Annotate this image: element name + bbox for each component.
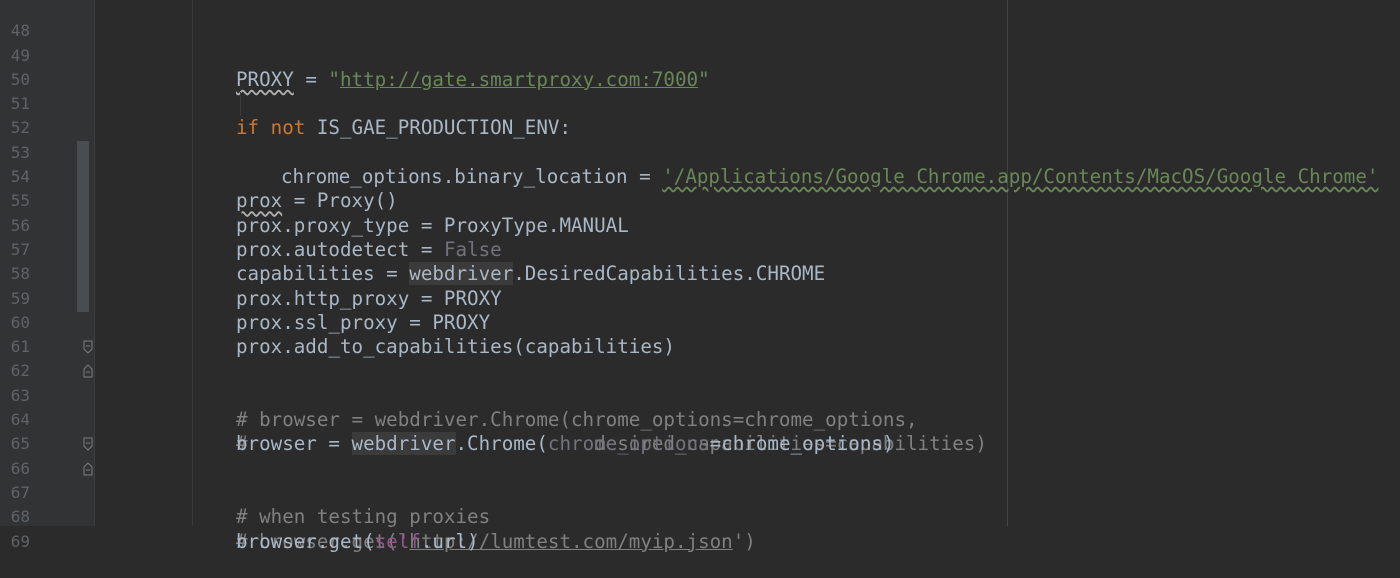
code-line-52: 52 chrome_options.binary_location = '/Ap… bbox=[0, 92, 1400, 188]
code-line-64: 64 browser = webdriver.Chrome(chrome_opt… bbox=[0, 384, 1400, 456]
code-editor[interactable]: 48 49 PROXY = "http://gate.smartproxy.co… bbox=[0, 0, 1400, 553]
code-lines: 48 49 PROXY = "http://gate.smartproxy.co… bbox=[0, 0, 1400, 553]
code-text[interactable]: browser.get(self.url) bbox=[236, 530, 479, 554]
code-line-55: 55 prox.proxy_type = ProxyType.MANUAL bbox=[0, 165, 1400, 236]
code-line-67: 67 # browser.get('http://lumtest.com/myi… bbox=[0, 457, 1400, 553]
code-line-49: 49 PROXY = "http://gate.smartproxy.com:7… bbox=[0, 19, 1400, 91]
fold-start-icon[interactable] bbox=[83, 437, 93, 452]
code-line-66: 66 # when testing proxies bbox=[0, 432, 1400, 528]
code-line-68: 68 browser.get(self.url) bbox=[0, 481, 1400, 552]
line-number: 69 bbox=[10, 531, 30, 551]
code-line-63: 63 # desired_capabilities=capabilities) bbox=[0, 359, 1400, 455]
code-line-60: 60 prox.add_to_capabilities(capabilities… bbox=[0, 287, 1400, 358]
code-line-51: 51 if not IS_GAE_PRODUCTION_ENV: bbox=[0, 68, 1400, 139]
code-line-53: 53 bbox=[0, 116, 1400, 162]
code-line-54: 54 prox = Proxy() bbox=[0, 141, 1400, 212]
fold-start-icon[interactable] bbox=[83, 340, 93, 354]
fold-end-icon[interactable] bbox=[83, 461, 93, 476]
code-line-50: 50 bbox=[0, 44, 1400, 89]
code-line-62: 62 # browser = webdriver.Chrome(chrome_o… bbox=[0, 335, 1400, 431]
code-line-65: 65 bbox=[0, 408, 1400, 453]
indent-guide bbox=[240, 92, 241, 117]
code-line-61: 61 bbox=[0, 311, 1400, 356]
code-line-58: 58 prox.http_proxy = PROXY bbox=[0, 238, 1400, 309]
code-line-57: 57 capabilities = webdriver.DesiredCapab… bbox=[0, 214, 1400, 286]
code-line-56: 56 prox.autodetect = False bbox=[0, 189, 1400, 261]
fold-end-icon[interactable] bbox=[83, 364, 93, 378]
code-line-59: 59 prox.ssl_proxy = PROXY bbox=[0, 262, 1400, 334]
code-line-48: 48 bbox=[0, 0, 1400, 40]
self-keyword: self bbox=[374, 529, 421, 553]
